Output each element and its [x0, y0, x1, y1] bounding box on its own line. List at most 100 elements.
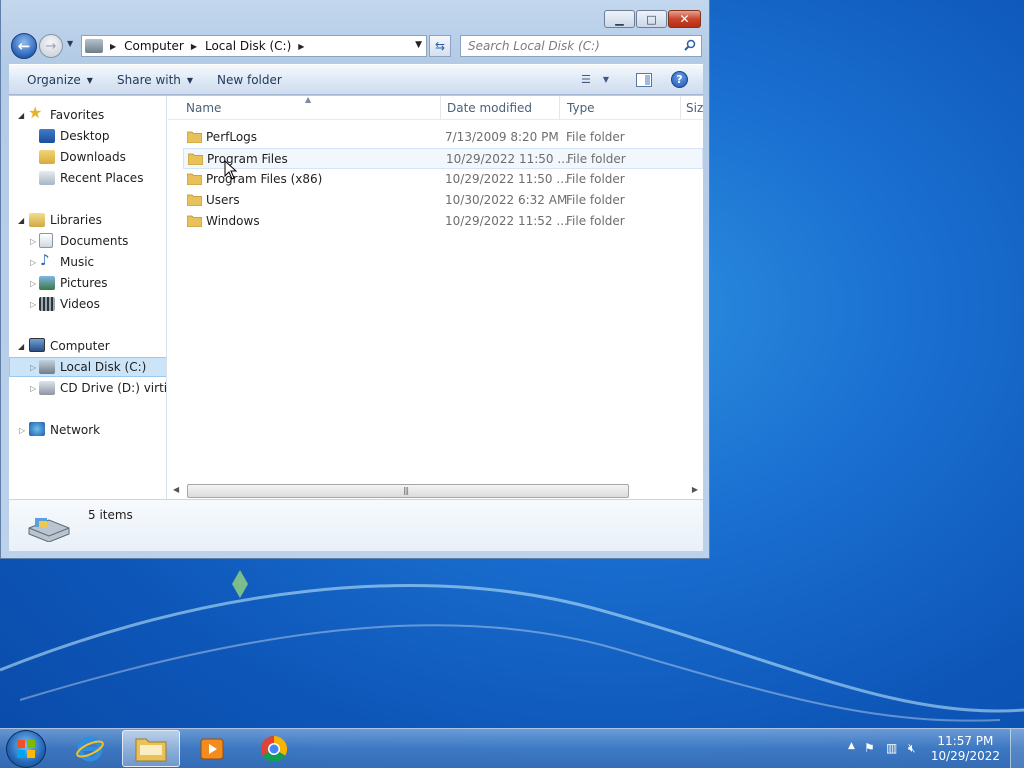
file-row[interactable]: PerfLogs 7/13/2009 8:20 PM File folder [183, 127, 703, 148]
nav-music[interactable]: ▷ ♪ Music [9, 251, 166, 272]
back-arrow-icon: ← [17, 37, 31, 55]
content-area: ◢ ★ Favorites Desktop Downloads Recent P… [9, 96, 703, 499]
explorer-window: ▁ □ ✕ ← → ▼ ▶ Computer ▶ Local Disk (C:)… [0, 0, 710, 559]
nav-cd-drive[interactable]: ▷ CD Drive (D:) virtio-w [9, 378, 166, 398]
expanded-arrow-icon[interactable]: ◢ [18, 111, 24, 120]
internet-explorer-icon [76, 736, 104, 761]
new-folder-button[interactable]: New folder [217, 73, 282, 87]
taskbar-chrome[interactable] [246, 730, 302, 767]
maximize-button[interactable]: □ [636, 10, 667, 28]
network-icon [29, 422, 45, 436]
action-center-flag-icon[interactable]: ⚑ [864, 741, 875, 755]
file-name: Program Files [207, 152, 288, 166]
column-header-type[interactable]: Type [567, 101, 595, 115]
minimize-button[interactable]: ▁ [604, 10, 635, 28]
taskbar-internet-explorer[interactable] [62, 730, 118, 767]
address-history-dropdown-icon[interactable]: ▼ [415, 40, 422, 50]
nav-downloads[interactable]: Downloads [9, 147, 166, 167]
nav-videos[interactable]: ▷ Videos [9, 294, 166, 314]
breadcrumb-separator-icon[interactable]: ▶ [298, 42, 304, 51]
nav-local-disk[interactable]: ▷ Local Disk (C:) [9, 357, 166, 377]
file-row[interactable]: Users 10/30/2022 6:32 AM File folder [183, 190, 703, 211]
recent-places-icon [39, 171, 55, 185]
share-with-button[interactable]: Share with ▼ [117, 73, 193, 87]
file-name: PerfLogs [206, 130, 258, 144]
show-desktop-button[interactable] [1010, 729, 1024, 768]
nav-recent-places[interactable]: Recent Places [9, 168, 166, 188]
nav-desktop[interactable]: Desktop [9, 126, 166, 146]
column-header-name[interactable]: Name [186, 101, 221, 115]
taskbar-media-player[interactable] [184, 730, 240, 767]
minimize-icon: ▁ [615, 12, 624, 26]
folder-icon [188, 153, 203, 165]
collapsed-arrow-icon[interactable]: ▷ [30, 300, 36, 309]
change-view-button[interactable]: ☰ ▼ [581, 73, 609, 86]
mouse-cursor-icon [224, 160, 238, 180]
music-note-icon: ♪ [40, 251, 50, 269]
search-icon[interactable] [684, 39, 696, 51]
organize-button[interactable]: Organize ▼ [27, 73, 93, 87]
help-button[interactable]: ? [671, 71, 688, 88]
file-row[interactable]: Program Files (x86) 10/29/2022 11:50 ...… [183, 169, 703, 190]
scroll-right-icon[interactable]: ▶ [692, 485, 698, 494]
expanded-arrow-icon[interactable]: ◢ [18, 342, 24, 351]
column-divider[interactable] [440, 96, 441, 120]
collapsed-arrow-icon[interactable]: ▷ [30, 384, 36, 393]
breadcrumb-separator-icon[interactable]: ▶ [191, 42, 197, 51]
file-row[interactable]: Program Files 10/29/2022 11:50 ... File … [183, 148, 703, 169]
collapsed-arrow-icon[interactable]: ▷ [30, 279, 36, 288]
taskbar-windows-explorer[interactable] [122, 730, 180, 767]
sort-ascending-icon: ▲ [305, 96, 312, 104]
nav-network[interactable]: ▷ Network [9, 420, 166, 440]
column-header-row: ▲ Name Date modified Type Size [168, 96, 703, 120]
refresh-icon: ⇆ [434, 39, 446, 53]
computer-icon [29, 338, 45, 352]
windows-logo-icon [17, 740, 35, 758]
start-button[interactable] [6, 730, 46, 768]
horizontal-scrollbar[interactable]: ◀ ||| ▶ [168, 483, 703, 499]
close-button[interactable]: ✕ [668, 10, 701, 28]
preview-pane-button[interactable] [636, 73, 652, 87]
downloads-icon [39, 150, 55, 164]
refresh-button[interactable]: ⇆ [429, 35, 451, 57]
back-button[interactable]: ← [11, 33, 37, 59]
column-divider[interactable] [559, 96, 560, 120]
volume-muted-icon[interactable]: 🔇︎ [908, 741, 916, 756]
chevron-down-icon: ▼ [186, 75, 194, 85]
forward-button[interactable]: → [39, 34, 63, 58]
star-icon: ★ [28, 103, 43, 122]
breadcrumb-local-disk[interactable]: Local Disk (C:) [205, 39, 291, 53]
nav-pictures[interactable]: ▷ Pictures [9, 273, 166, 293]
clock[interactable]: 11:57 PM 10/29/2022 [931, 734, 1000, 764]
folder-icon [187, 131, 202, 143]
scroll-left-icon[interactable]: ◀ [173, 485, 179, 494]
column-divider[interactable] [680, 96, 681, 120]
nav-favorites[interactable]: ◢ ★ Favorites [9, 103, 166, 125]
new-folder-label: New folder [217, 73, 282, 87]
recent-pages-dropdown[interactable]: ▼ [67, 39, 73, 48]
folder-icon [135, 738, 167, 761]
nav-libraries[interactable]: ◢ Libraries [9, 210, 166, 230]
details-pane: 5 items [9, 499, 703, 551]
file-name: Windows [206, 214, 260, 228]
breadcrumb-computer[interactable]: Computer [124, 39, 184, 53]
address-bar[interactable]: ▶ Computer ▶ Local Disk (C:) ▶ ▼ [81, 35, 427, 57]
collapsed-arrow-icon[interactable]: ▷ [30, 237, 36, 246]
search-box[interactable] [460, 35, 702, 57]
search-input[interactable] [468, 39, 678, 53]
file-row[interactable]: Windows 10/29/2022 11:52 ... File folder [183, 211, 703, 232]
nav-documents[interactable]: ▷ Documents [9, 231, 166, 251]
collapsed-arrow-icon[interactable]: ▷ [30, 363, 36, 372]
collapsed-arrow-icon[interactable]: ▷ [19, 426, 25, 435]
scrollbar-thumb[interactable]: ||| [187, 484, 629, 498]
expanded-arrow-icon[interactable]: ◢ [18, 216, 24, 225]
breadcrumb-separator-icon[interactable]: ▶ [110, 42, 116, 51]
column-header-size[interactable]: Size [686, 101, 703, 115]
column-header-date-modified[interactable]: Date modified [447, 101, 532, 115]
file-type: File folder [566, 130, 625, 144]
cd-drive-icon [39, 381, 55, 395]
network-status-icon[interactable]: ▥ [886, 741, 897, 755]
nav-computer[interactable]: ◢ Computer [9, 336, 166, 356]
show-hidden-icons-icon[interactable]: ▲ [848, 741, 855, 751]
collapsed-arrow-icon[interactable]: ▷ [30, 258, 36, 267]
